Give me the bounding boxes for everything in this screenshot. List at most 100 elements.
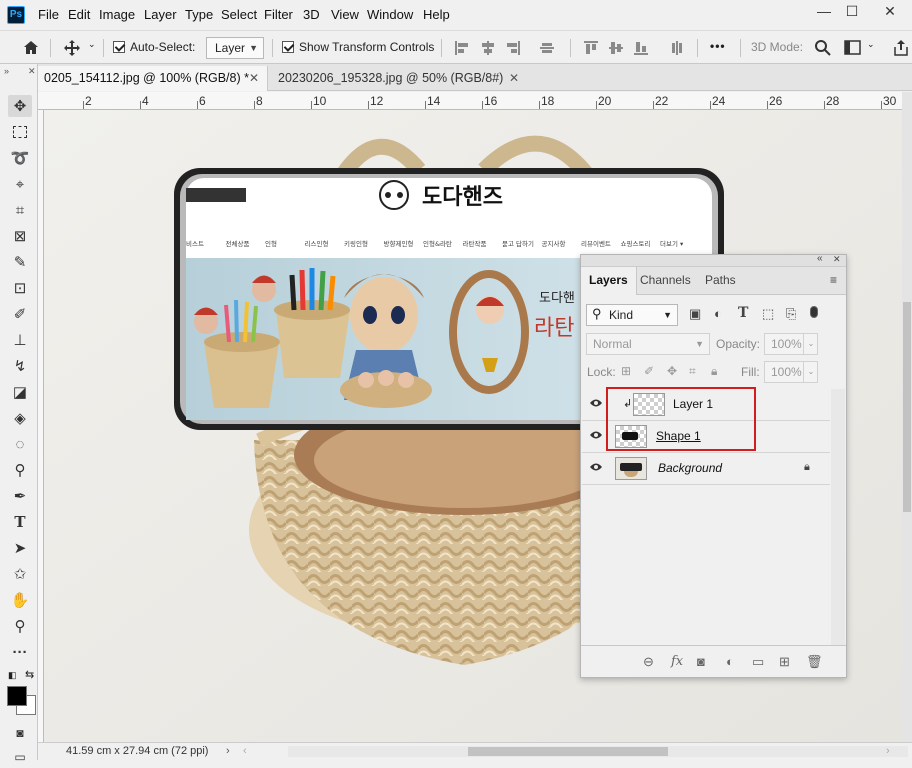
- auto-select-checkbox[interactable]: [113, 41, 125, 53]
- lock-image-icon[interactable]: ✐: [644, 364, 654, 378]
- foreground-color[interactable]: [7, 686, 27, 706]
- more-tools-icon[interactable]: ···: [8, 641, 32, 663]
- hand-tool-icon[interactable]: ✋: [8, 589, 32, 611]
- layers-scrollbar[interactable]: [831, 389, 845, 645]
- lasso-tool-icon[interactable]: ➰: [8, 147, 32, 169]
- workspace-icon[interactable]: [844, 40, 862, 56]
- fill-field[interactable]: 100% ⌄: [764, 361, 818, 383]
- visibility-eye-icon[interactable]: [589, 398, 603, 408]
- layer-name[interactable]: Background: [658, 461, 722, 475]
- filter-pixel-icon[interactable]: ▣: [689, 306, 701, 322]
- align-bottom-icon[interactable]: [634, 41, 648, 55]
- auto-select-dropdown[interactable]: Layer ▼: [206, 37, 264, 59]
- link-layers-icon[interactable]: ⊖: [643, 654, 654, 670]
- scroll-thumb[interactable]: [468, 747, 668, 756]
- move-tool-icon[interactable]: ✥: [8, 95, 32, 117]
- menu-help[interactable]: Help: [423, 7, 450, 22]
- horizontal-scrollbar[interactable]: [288, 746, 908, 757]
- shape-tool-icon[interactable]: ✩: [8, 563, 32, 585]
- crop-tool-icon[interactable]: ⌗: [8, 199, 32, 221]
- history-brush-icon[interactable]: ↯: [8, 355, 32, 377]
- filter-adjustment-icon[interactable]: ◐: [714, 306, 722, 321]
- distribute-vertical-icon[interactable]: [670, 41, 684, 55]
- menu-3d[interactable]: 3D: [303, 7, 320, 22]
- menu-type[interactable]: Type: [185, 7, 213, 22]
- align-middle-icon[interactable]: [609, 41, 623, 55]
- align-left-icon[interactable]: [455, 41, 469, 55]
- collapse-icon[interactable]: «: [817, 253, 823, 264]
- tab-layers[interactable]: Layers: [581, 267, 637, 295]
- align-center-icon[interactable]: [481, 41, 495, 55]
- layer-row-background[interactable]: Background 🔒︎: [582, 453, 830, 485]
- chevron-right-icon[interactable]: ›: [226, 745, 230, 757]
- menu-filter[interactable]: Filter: [264, 7, 293, 22]
- tab-channels[interactable]: Channels: [632, 267, 699, 295]
- doc-tab-inactive[interactable]: 20230206_195328.jpg @ 50% (RGB/8#) ✕: [272, 66, 527, 91]
- filter-kind-dropdown[interactable]: ⚲ Kind ▼: [586, 304, 678, 326]
- menu-image[interactable]: Image: [99, 7, 135, 22]
- close-button[interactable]: ✕: [872, 0, 908, 22]
- move-tool-icon[interactable]: [63, 39, 81, 57]
- tab-paths[interactable]: Paths: [697, 267, 744, 295]
- menu-edit[interactable]: Edit: [68, 7, 90, 22]
- vertical-scrollbar[interactable]: [902, 92, 912, 742]
- close-icon[interactable]: ✕: [833, 254, 841, 265]
- chevron-down-icon[interactable]: ⌄: [803, 362, 818, 382]
- quick-mask-icon[interactable]: ◙: [8, 722, 32, 744]
- align-right-icon[interactable]: [506, 41, 520, 55]
- new-layer-icon[interactable]: ⊞: [779, 654, 790, 670]
- collapse-icon[interactable]: »: [4, 66, 9, 76]
- adjustment-layer-icon[interactable]: ◐: [726, 654, 734, 669]
- eraser-tool-icon[interactable]: ◪: [8, 381, 32, 403]
- trash-icon[interactable]: 🗑︎: [806, 654, 823, 670]
- distribute-icon[interactable]: [540, 41, 554, 55]
- filter-shape-icon[interactable]: ⬚: [762, 306, 774, 322]
- chevron-down-icon[interactable]: ⌄: [867, 39, 875, 50]
- menu-select[interactable]: Select: [221, 7, 257, 22]
- blur-tool-icon[interactable]: ◌: [8, 433, 32, 455]
- opacity-field[interactable]: 100% ⌄: [764, 333, 818, 355]
- pen-tool-icon[interactable]: ✒: [8, 485, 32, 507]
- share-icon[interactable]: [893, 39, 909, 57]
- new-group-icon[interactable]: ▭: [752, 654, 764, 670]
- panel-header[interactable]: « ✕: [581, 253, 846, 267]
- fx-icon[interactable]: fx: [671, 654, 683, 669]
- chevron-down-icon[interactable]: ⌄: [803, 334, 818, 354]
- restore-button[interactable]: ☐: [834, 0, 870, 22]
- marquee-tool-icon[interactable]: [8, 121, 32, 143]
- swap-colors-icon[interactable]: ⇆: [25, 668, 34, 681]
- healing-tool-icon[interactable]: ⊡: [8, 277, 32, 299]
- quick-select-tool-icon[interactable]: ⌖: [8, 173, 32, 195]
- frame-tool-icon[interactable]: ⊠: [8, 225, 32, 247]
- menu-view[interactable]: View: [331, 7, 359, 22]
- path-select-icon[interactable]: ➤: [8, 537, 32, 559]
- screen-mode-icon[interactable]: ▭: [8, 746, 32, 768]
- scroll-left-icon[interactable]: ‹: [243, 745, 247, 757]
- filter-toggle[interactable]: [810, 306, 818, 318]
- default-colors-icon[interactable]: ◧: [8, 670, 17, 681]
- menu-file[interactable]: File: [38, 7, 59, 22]
- gradient-tool-icon[interactable]: ◈: [8, 407, 32, 429]
- type-tool-icon[interactable]: T: [8, 511, 32, 533]
- lock-position-icon[interactable]: ✥: [667, 364, 677, 378]
- filter-smart-object-icon[interactable]: ⎘: [786, 306, 796, 322]
- dodge-tool-icon[interactable]: ⚲: [8, 459, 32, 481]
- close-icon[interactable]: ✕: [28, 66, 36, 77]
- blend-mode-dropdown[interactable]: Normal ▼: [586, 333, 710, 355]
- visibility-eye-icon[interactable]: [589, 430, 603, 440]
- doc-tab-active[interactable]: 0205_154112.jpg @ 100% (RGB/8) * ✕: [38, 66, 268, 91]
- home-icon[interactable]: [22, 39, 40, 57]
- lock-all-icon[interactable]: 🔒︎: [711, 364, 717, 379]
- scroll-right-icon[interactable]: ›: [886, 745, 890, 757]
- chevron-down-icon[interactable]: ⌄: [88, 39, 96, 50]
- lock-artboard-icon[interactable]: ⌗: [689, 364, 696, 379]
- show-transform-checkbox[interactable]: [282, 41, 294, 53]
- visibility-eye-icon[interactable]: [589, 462, 603, 472]
- menu-window[interactable]: Window: [367, 7, 413, 22]
- scroll-thumb[interactable]: [903, 302, 911, 512]
- brush-tool-icon[interactable]: ✐: [8, 303, 32, 325]
- filter-type-icon[interactable]: T: [738, 305, 748, 321]
- more-options-button[interactable]: •••: [710, 39, 726, 53]
- add-mask-icon[interactable]: ◙: [697, 654, 705, 669]
- close-icon[interactable]: ✕: [249, 66, 259, 90]
